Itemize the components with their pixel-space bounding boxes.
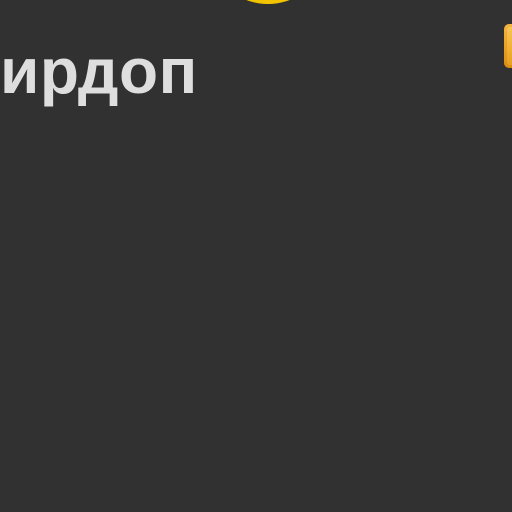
logo-circle-icon — [222, 0, 314, 4]
page-title: ирдоп — [0, 35, 198, 107]
partial-orange-button[interactable] — [504, 24, 512, 68]
button-highlight — [507, 27, 512, 65]
page-canvas: ирдоп — [0, 0, 512, 512]
